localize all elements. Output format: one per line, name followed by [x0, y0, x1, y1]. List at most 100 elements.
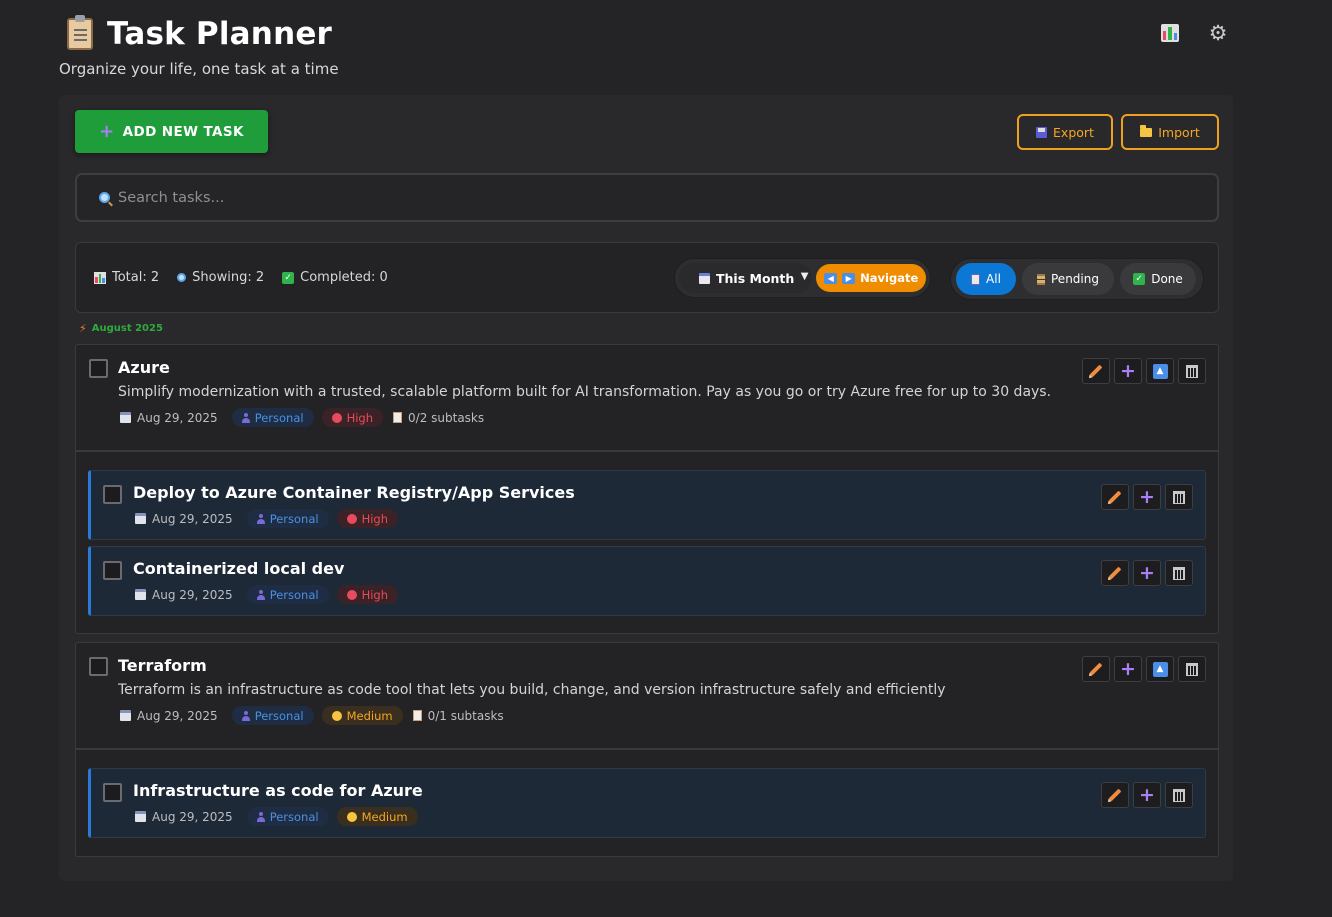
- import-button[interactable]: Import: [1121, 114, 1219, 150]
- hourglass-icon: [1037, 273, 1045, 285]
- stat-completed-label: Completed: 0: [300, 270, 388, 285]
- person-icon: [241, 412, 250, 423]
- floppy-disk-icon: [1036, 126, 1048, 138]
- pencil-icon: [1089, 364, 1103, 378]
- priority-text: High: [346, 410, 374, 425]
- filter-done-label: Done: [1151, 272, 1183, 286]
- add-subtask-button[interactable]: +: [1133, 782, 1161, 808]
- add-subtask-button[interactable]: +: [1114, 358, 1142, 384]
- page-icon: [412, 710, 422, 721]
- category-text: Personal: [254, 410, 304, 425]
- collapse-button[interactable]: ▲: [1146, 656, 1174, 682]
- gear-icon[interactable]: ⚙: [1207, 21, 1229, 45]
- delete-button[interactable]: [1165, 782, 1193, 808]
- person-icon: [256, 811, 265, 822]
- main-panel: + ADD NEW TASK Export Import Total: 2 Sh…: [59, 95, 1233, 881]
- filter-done-button[interactable]: ✓ Done: [1120, 263, 1196, 295]
- calendar-icon: [135, 589, 146, 600]
- pencil-icon: [1089, 662, 1103, 676]
- stats-filter-bar: Total: 2 Showing: 2 ✓ Completed: 0 This …: [75, 242, 1219, 313]
- plus-icon: +: [1139, 485, 1155, 508]
- priority-text: Medium: [346, 708, 393, 723]
- subtask-checkbox[interactable]: [103, 485, 122, 504]
- subtask-checkbox[interactable]: [103, 783, 122, 802]
- add-subtask-button[interactable]: +: [1114, 656, 1142, 682]
- task-date: Aug 29, 2025: [135, 588, 233, 602]
- status-filter-group: All Pending ✓ Done: [950, 258, 1204, 300]
- plus-icon: +: [1139, 561, 1155, 584]
- add-subtask-button[interactable]: +: [1133, 484, 1161, 510]
- subtask-checkbox[interactable]: [103, 561, 122, 580]
- export-button[interactable]: Export: [1017, 114, 1113, 150]
- collapse-button[interactable]: ▲: [1146, 358, 1174, 384]
- clipboard-icon: [67, 15, 93, 50]
- edit-button[interactable]: [1082, 358, 1110, 384]
- calendar-icon: [120, 710, 131, 721]
- period-select[interactable]: This Month ▼: [679, 263, 813, 293]
- stat-total: Total: 2: [94, 270, 159, 285]
- task-checkbox[interactable]: [89, 657, 108, 676]
- subtask-title: Containerized local dev: [133, 559, 345, 578]
- edit-button[interactable]: [1101, 484, 1129, 510]
- subtask-actions: +: [1101, 560, 1193, 586]
- delete-button[interactable]: [1178, 656, 1206, 682]
- subtask-title: Deploy to Azure Container Registry/App S…: [133, 483, 575, 502]
- subtask-meta: Aug 29, 2025 Personal High: [135, 509, 399, 528]
- priority-badge: Medium: [321, 706, 403, 725]
- arrow-right-icon: ▶: [842, 272, 856, 284]
- subtask-count-text: 0/1 subtasks: [427, 708, 504, 723]
- search-icon: [99, 192, 110, 203]
- edit-button[interactable]: [1082, 656, 1110, 682]
- priority-badge: High: [321, 408, 384, 427]
- person-icon: [241, 710, 250, 721]
- navigate-button[interactable]: ◀ ▶ Navigate: [816, 264, 926, 292]
- delete-button[interactable]: [1165, 484, 1193, 510]
- header-icons: ⚙: [1159, 21, 1229, 45]
- delete-button[interactable]: [1165, 560, 1193, 586]
- up-arrow-icon: ▲: [1152, 661, 1168, 677]
- trash-icon: [1173, 490, 1185, 504]
- task-meta: Aug 29, 2025 Personal Medium 0/1 subtask…: [120, 706, 504, 725]
- task-actions: + ▲: [1082, 656, 1206, 682]
- trash-icon: [1173, 788, 1185, 802]
- edit-button[interactable]: [1101, 560, 1129, 586]
- edit-button[interactable]: [1101, 782, 1129, 808]
- subtask-meta: Aug 29, 2025 Personal High: [135, 585, 399, 604]
- task-date: Aug 29, 2025: [120, 709, 218, 723]
- filter-all-button[interactable]: All: [956, 263, 1016, 295]
- app-subtitle: Organize your life, one task at a time: [59, 60, 339, 78]
- plus-icon: +: [1120, 359, 1136, 382]
- navigate-label: Navigate: [860, 271, 919, 285]
- search-icon: [177, 273, 187, 282]
- check-icon: ✓: [282, 271, 295, 284]
- red-circle-icon: [346, 513, 357, 524]
- task-actions: + ▲: [1082, 358, 1206, 384]
- search-input[interactable]: [118, 189, 1118, 206]
- category-badge: Personal: [246, 807, 329, 826]
- priority-text: Medium: [361, 809, 408, 824]
- priority-text: High: [361, 511, 389, 526]
- pencil-icon: [1108, 788, 1122, 802]
- task-checkbox[interactable]: [89, 359, 108, 378]
- stat-showing: Showing: 2: [177, 270, 264, 285]
- task-meta: Aug 29, 2025 Personal High 0/2 subtasks: [120, 408, 484, 427]
- task-date: Aug 29, 2025: [120, 411, 218, 425]
- subtask-count-text: 0/2 subtasks: [408, 410, 485, 425]
- add-subtask-button[interactable]: +: [1133, 560, 1161, 586]
- add-new-task-button[interactable]: + ADD NEW TASK: [75, 110, 268, 153]
- title-row: Task Planner: [67, 15, 1239, 52]
- category-text: Personal: [254, 708, 304, 723]
- person-icon: [256, 513, 265, 524]
- task-date-text: Aug 29, 2025: [152, 587, 233, 602]
- category-badge: Personal: [231, 408, 314, 427]
- delete-button[interactable]: [1178, 358, 1206, 384]
- bar-chart-icon[interactable]: [1159, 22, 1181, 44]
- filter-pending-button[interactable]: Pending: [1022, 263, 1114, 295]
- task-description: Simplify modernization with a trusted, s…: [118, 384, 1052, 400]
- red-circle-icon: [346, 589, 357, 600]
- calendar-icon: [699, 272, 710, 284]
- trash-icon: [1186, 662, 1198, 676]
- task-item: Terraform Terraform is an infrastructure…: [76, 643, 1218, 750]
- category-text: Personal: [269, 809, 319, 824]
- task-title: Terraform: [118, 656, 207, 675]
